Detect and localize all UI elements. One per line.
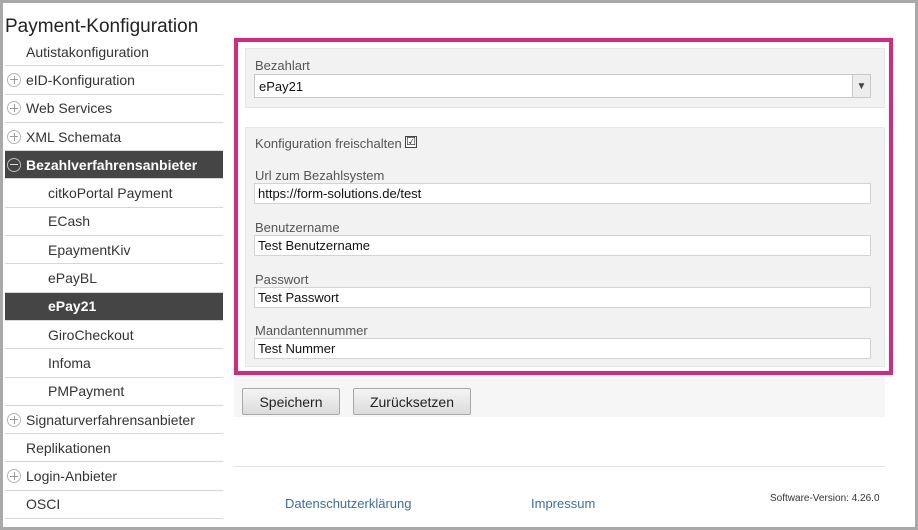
page-title: Payment-Konfiguration <box>5 16 199 37</box>
checkmark-icon: ☑ <box>406 136 416 148</box>
sidebar-item-label: Bezahlverfahrensanbieter <box>26 156 198 173</box>
sidebar-item-label: OSCI <box>26 496 61 513</box>
sidebar-item-signaturverfahrensanbieter[interactable]: Signaturverfahrensanbieter <box>5 405 223 435</box>
software-version: Software-Version: 4.26.0 <box>770 493 880 504</box>
bezahlart-selected-value: ePay21 <box>259 79 304 94</box>
sidebar-item-label: Replikationen <box>26 439 111 456</box>
mandantennummer-input[interactable]: Test Nummer <box>254 338 871 359</box>
privacy-link[interactable]: Datenschutzerklärung <box>285 496 411 511</box>
mandantennummer-label: Mandantennummer <box>255 323 368 338</box>
expand-icon[interactable] <box>7 469 21 484</box>
sidebar-item-autistakonfiguration[interactable]: Autistakonfiguration <box>5 38 223 67</box>
freischalten-checkbox[interactable]: ☑ <box>405 136 417 148</box>
expand-icon[interactable] <box>7 101 21 116</box>
sidebar-item-label: ECash <box>48 213 91 230</box>
sidebar-item-bezahlverfahrensanbieter[interactable]: Bezahlverfahrensanbieter <box>5 151 223 180</box>
sidebar-item-osci[interactable]: OSCI <box>5 490 223 520</box>
sidebar-item-label: ePay21 <box>48 298 97 315</box>
sidebar-item-label: EpaymentKiv <box>48 241 131 258</box>
sidebar-item-eid-konfiguration[interactable]: eID-Konfiguration <box>5 66 223 95</box>
expand-icon[interactable] <box>7 72 21 87</box>
sidebar-item-label: Login-Anbieter <box>26 468 118 485</box>
collapse-icon[interactable] <box>7 157 21 172</box>
sidebar-item-label: Infoma <box>48 354 91 371</box>
sidebar-item-ecash[interactable]: ECash <box>5 207 223 237</box>
passwort-label: Passwort <box>255 272 309 287</box>
save-button[interactable]: Speichern <box>242 388 340 415</box>
expand-icon[interactable] <box>7 129 21 144</box>
sidebar-item-label: PMPayment <box>48 383 125 400</box>
sidebar-item-epaybl[interactable]: ePayBL <box>5 264 223 293</box>
expand-icon[interactable] <box>7 412 21 427</box>
sidebar-item-label: Autistakonfiguration <box>26 43 149 60</box>
sidebar-item-label: eID-Konfiguration <box>26 71 135 88</box>
sidebar-item-label: XML Schemata <box>26 128 122 145</box>
sidebar-item-web-services[interactable]: Web Services <box>5 94 223 123</box>
sidebar-item-infoma[interactable]: Infoma <box>5 349 223 378</box>
reset-button[interactable]: Zurücksetzen <box>353 388 471 415</box>
benutzername-label: Benutzername <box>255 220 340 235</box>
sidebar-item-label: GiroCheckout <box>48 326 134 343</box>
sidebar-item-pmpayment[interactable]: PMPayment <box>5 377 223 406</box>
sidebar-item-label: Web Services <box>26 100 113 117</box>
sidebar-nav: Autistakonfiguration eID-Konfiguration Web… <box>5 38 223 520</box>
url-label: Url zum Bezahlsystem <box>255 168 385 183</box>
sidebar-item-epaymentkiv[interactable]: EpaymentKiv <box>5 236 223 265</box>
sidebar-item-label: citkoPortal Payment <box>48 185 173 202</box>
url-input[interactable]: https://form-solutions.de/test <box>254 183 871 204</box>
sidebar-item-epay21[interactable]: ePay21 <box>5 292 223 321</box>
freischalten-label: Konfiguration freischalten <box>255 136 402 151</box>
sidebar-item-label: ePayBL <box>48 270 98 287</box>
sidebar-item-label: Signaturverfahrensanbieter <box>26 411 195 428</box>
bezahlart-select[interactable]: ePay21 ▼ <box>254 74 871 98</box>
sidebar-item-replikationen[interactable]: Replikationen <box>5 434 223 463</box>
benutzername-input[interactable]: Test Benutzername <box>254 235 871 256</box>
passwort-input[interactable]: Test Passwort <box>254 287 871 308</box>
bezahlart-label: Bezahlart <box>255 58 310 73</box>
sidebar-item-girocheckout[interactable]: GiroCheckout <box>5 320 223 350</box>
chevron-down-icon[interactable]: ▼ <box>852 75 870 97</box>
sidebar-item-xml-schemata[interactable]: XML Schemata <box>5 122 223 152</box>
imprint-link[interactable]: Impressum <box>531 496 595 511</box>
sidebar-item-login-anbieter[interactable]: Login-Anbieter <box>5 462 223 491</box>
sidebar-item-citkoportal-payment[interactable]: citkoPortal Payment <box>5 179 223 208</box>
footer-divider <box>234 466 885 467</box>
